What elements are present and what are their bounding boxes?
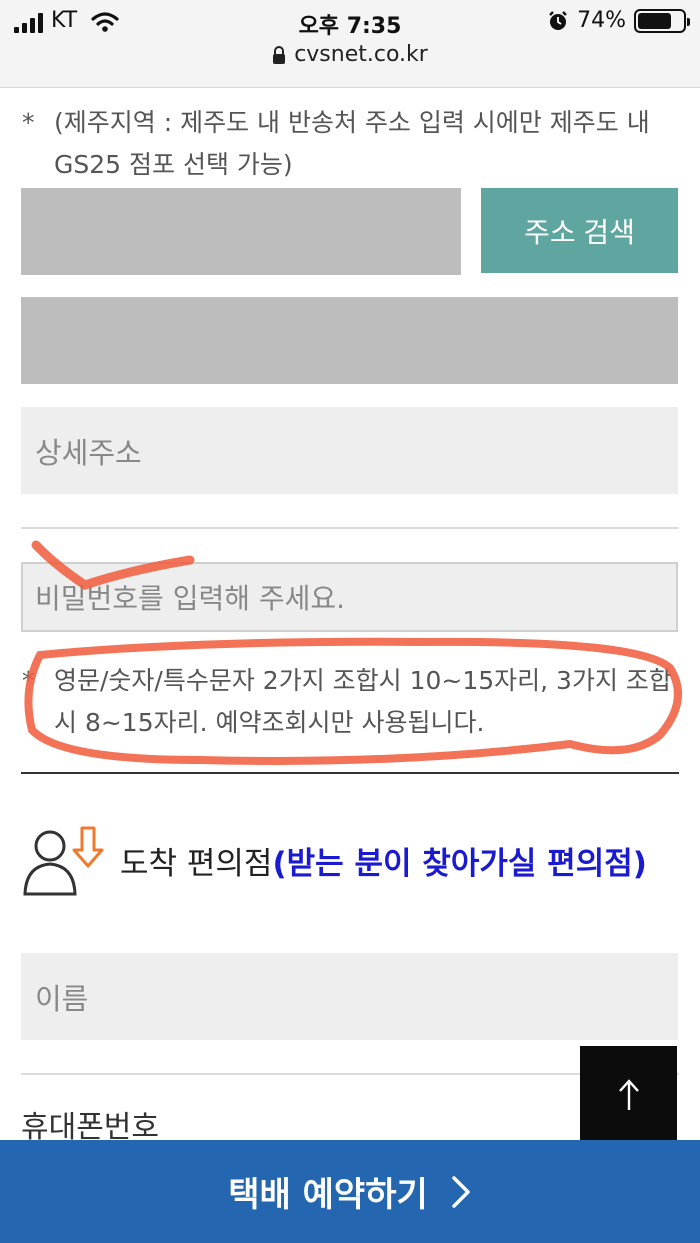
note-star: *: [22, 108, 35, 137]
password-note: * 영문/숫자/특수문자 2가지 조합시 10~15자리, 3가지 조합시 8~…: [22, 660, 682, 744]
status-bar: KT 오후 7:35 74% cvsnet.co.kr: [0, 0, 700, 88]
chevron-right-icon: [452, 1175, 470, 1208]
reserve-button[interactable]: 택배 예약하기: [0, 1140, 700, 1243]
password-note-text: 영문/숫자/특수문자 2가지 조합시 10~15자리, 3가지 조합시 8~15…: [54, 666, 672, 737]
url-text: cvsnet.co.kr: [294, 42, 428, 67]
divider: [21, 527, 679, 529]
address-field[interactable]: [21, 297, 678, 384]
section-divider: [21, 772, 679, 774]
arrival-subtitle: (받는 분이 찾아가실 편의점): [272, 845, 647, 882]
arrival-title: 도착 편의점: [120, 845, 273, 882]
note-star: *: [22, 666, 35, 695]
scroll-top-button[interactable]: [580, 1046, 677, 1143]
reserve-label: 택배 예약하기: [228, 1175, 428, 1215]
battery-icon: [634, 8, 690, 33]
person-arrow-icon: [23, 826, 104, 896]
detail-address-input[interactable]: 상세주소: [21, 407, 678, 494]
postcode-field[interactable]: [21, 188, 461, 275]
password-input[interactable]: 비밀번호를 입력해 주세요.: [21, 562, 678, 632]
jeju-note-text: (제주지역 : 제주도 내 반송처 주소 입력 시에만 제주도 내 GS25 점…: [54, 108, 650, 179]
jeju-note: * (제주지역 : 제주도 내 반송처 주소 입력 시에만 제주도 내 GS25…: [22, 102, 682, 186]
arrow-up-icon: [618, 1078, 639, 1110]
alarm-icon: [549, 10, 567, 30]
battery-info: 74%: [547, 8, 690, 33]
arrival-store-header: 도착 편의점 (받는 분이 찾아가실 편의점): [20, 815, 647, 905]
address-bar[interactable]: cvsnet.co.kr: [0, 42, 700, 67]
lock-icon: [273, 45, 286, 64]
address-search-button[interactable]: 주소 검색: [481, 188, 678, 273]
battery-percent: 74%: [577, 8, 626, 33]
name-input[interactable]: 이름: [21, 953, 678, 1040]
